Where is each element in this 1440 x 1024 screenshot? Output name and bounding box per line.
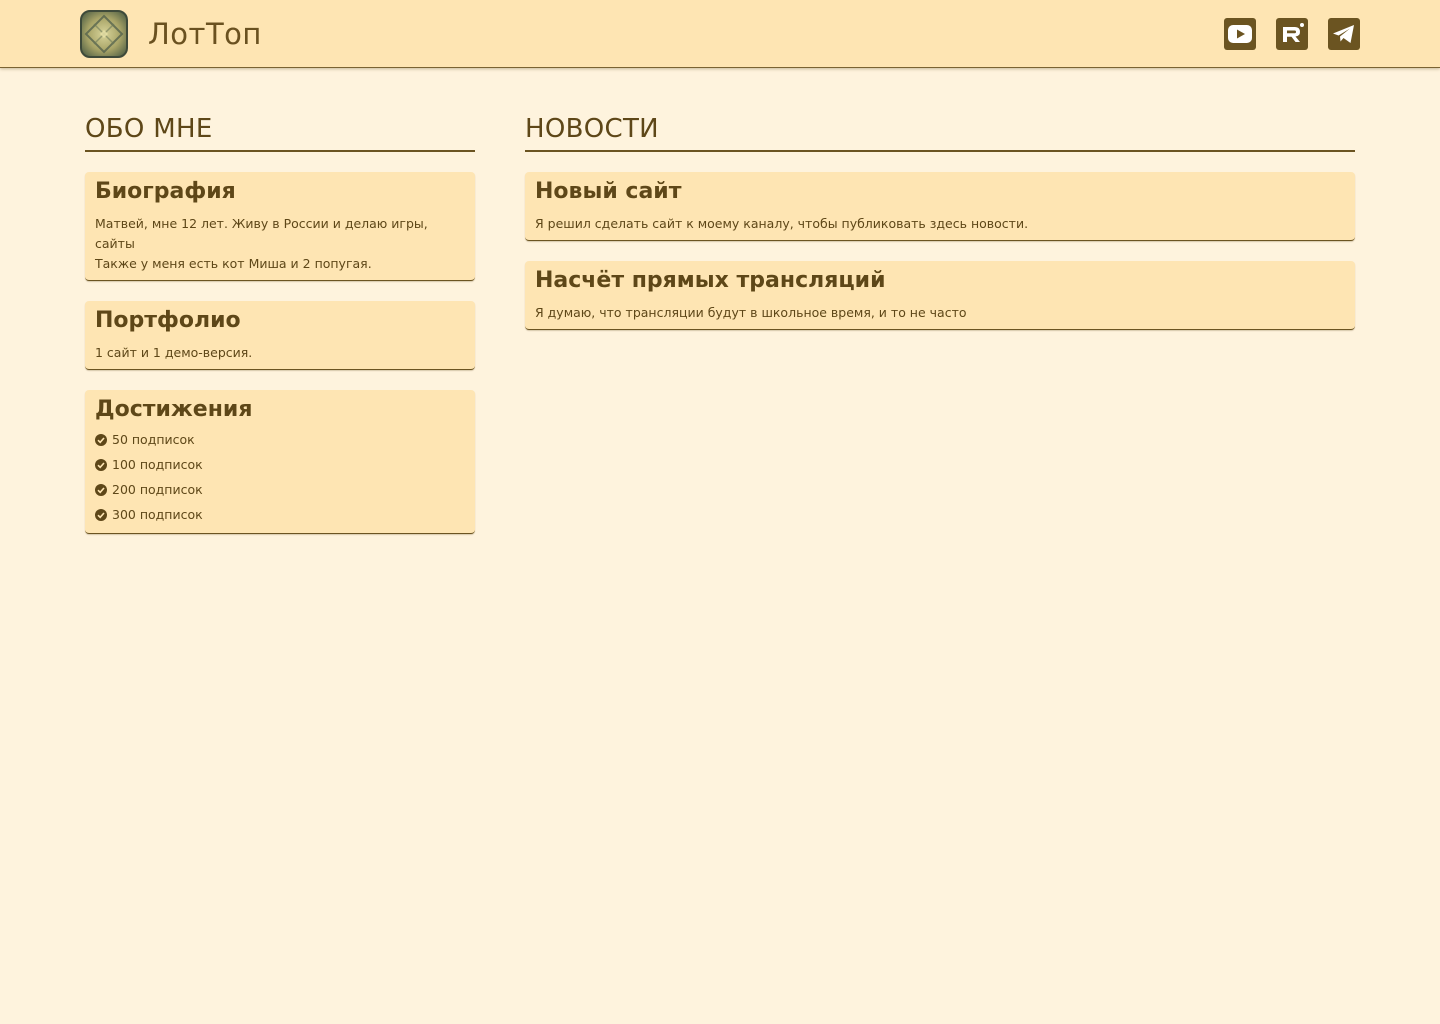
portfolio-card: Портфолио 1 сайт и 1 демо-версия.: [85, 301, 475, 370]
news-card: Новый сайт Я решил сделать сайт к моему …: [525, 172, 1355, 241]
rutube-icon[interactable]: [1276, 18, 1308, 50]
check-badge-icon: [95, 508, 107, 521]
bio-card: Биография Матвей, мне 12 лет. Живу в Рос…: [85, 172, 475, 281]
achievements-list: 50 подписок 100 подписок 200 подписок 30…: [95, 427, 465, 527]
news-title: Новый сайт: [535, 179, 682, 204]
achievement-item: 50 подписок: [95, 427, 465, 452]
achievement-label: 200 подписок: [112, 482, 203, 497]
site-logo-icon[interactable]: [80, 10, 128, 58]
youtube-icon[interactable]: [1224, 18, 1256, 50]
about-section-title: ОБО МНЕ: [85, 112, 475, 152]
news-column: НОВОСТИ Новый сайт Я решил сделать сайт …: [525, 112, 1355, 330]
bio-text-line: Также у меня есть кот Миша и 2 попугая.: [95, 256, 372, 271]
bio-text-line: Матвей, мне 12 лет. Живу в России и дела…: [95, 216, 428, 251]
telegram-icon[interactable]: [1328, 18, 1360, 50]
news-card: Насчёт прямых трансляций Я думаю, что тр…: [525, 261, 1355, 330]
achievements-card: Достижения 50 подписок 100 подписок 200 …: [85, 390, 475, 534]
about-column: ОБО МНЕ Биография Матвей, мне 12 лет. Жи…: [85, 112, 475, 534]
portfolio-title: Портфолио: [95, 308, 241, 333]
achievement-item: 100 подписок: [95, 452, 465, 477]
bio-title: Биография: [95, 179, 236, 204]
achievements-title: Достижения: [95, 397, 253, 422]
portfolio-text: 1 сайт и 1 демо-версия.: [95, 345, 253, 360]
news-text: Я думаю, что трансляции будут в школьное…: [535, 305, 967, 320]
news-section-title: НОВОСТИ: [525, 112, 1355, 152]
achievement-label: 50 подписок: [112, 432, 195, 447]
achievement-item: 300 подписок: [95, 502, 465, 527]
site-header: ЛотТоп: [0, 0, 1440, 68]
achievement-label: 300 подписок: [112, 507, 203, 522]
news-text: Я решил сделать сайт к моему каналу, что…: [535, 216, 1029, 231]
check-badge-icon: [95, 433, 107, 446]
check-badge-icon: [95, 458, 107, 471]
news-title: Насчёт прямых трансляций: [535, 268, 886, 293]
site-title[interactable]: ЛотТоп: [148, 14, 262, 54]
achievement-item: 200 подписок: [95, 477, 465, 502]
achievement-label: 100 подписок: [112, 457, 203, 472]
check-badge-icon: [95, 483, 107, 496]
